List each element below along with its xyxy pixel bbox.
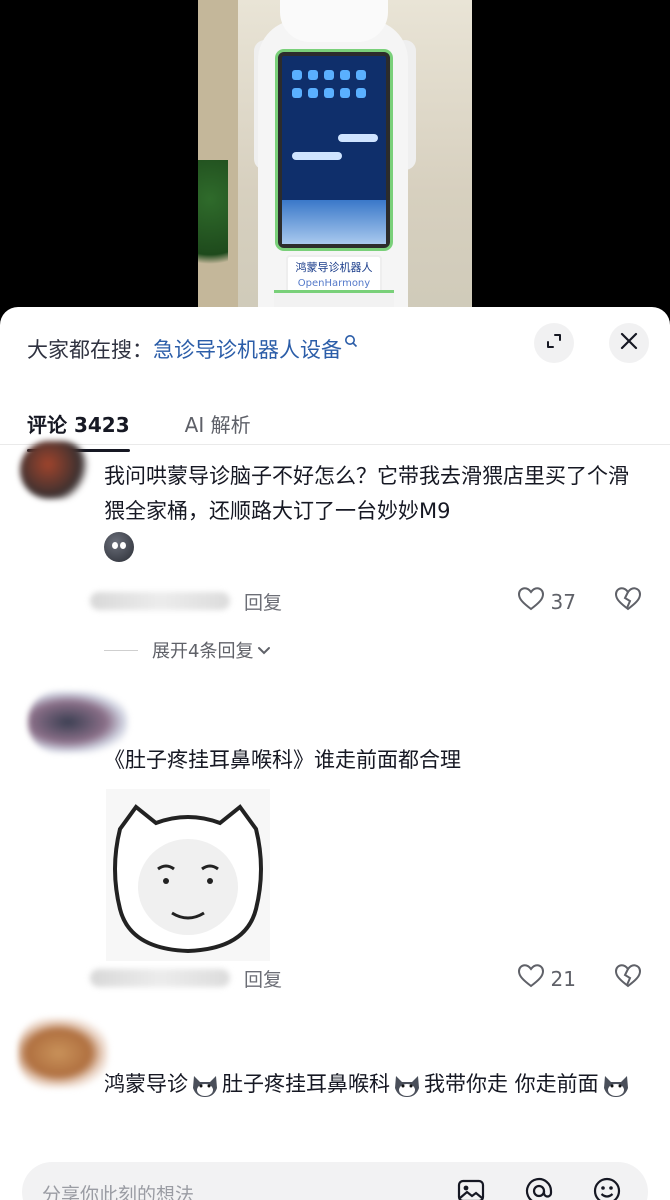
comment-text: 《肚子疼挂耳鼻喉科》谁走前面都合理 <box>104 743 644 778</box>
at-icon <box>524 1176 554 1200</box>
search-suggestion[interactable]: 大家都在搜： 急诊导诊机器人设备 <box>27 333 358 365</box>
dislike-button[interactable] <box>614 586 642 616</box>
comment-text-body: 我问哄蒙导诊脑子不好怎么？它带我去滑猥店里买了个滑猥全家桶，还顺路大订了一台妙妙… <box>104 464 629 523</box>
expand-replies-button[interactable]: 展开4条回复 <box>104 637 271 663</box>
chevron-down-icon <box>257 640 271 661</box>
image-button[interactable] <box>454 1176 488 1200</box>
image-icon <box>456 1176 486 1200</box>
search-icon <box>344 334 358 352</box>
heart-icon <box>517 963 545 994</box>
comment-text-part: 鸿蒙导诊 <box>104 1072 188 1096</box>
mention-button[interactable] <box>522 1176 556 1200</box>
like-button[interactable]: 21 <box>517 963 576 994</box>
robot-label-title: 鸿蒙导诊机器人 <box>295 261 373 274</box>
husky-emoji-icon <box>392 1072 422 1098</box>
video-player[interactable]: 鸿蒙导诊机器人 OpenHarmony <box>0 0 670 320</box>
expand-icon <box>543 330 565 356</box>
comment-input[interactable] <box>42 1180 422 1200</box>
comment-text-part: 肚子疼挂耳鼻喉科 <box>222 1072 390 1096</box>
robot-head <box>280 0 388 42</box>
username[interactable] <box>90 969 230 987</box>
robot-screen <box>278 52 390 248</box>
comment-text-part: 我带你走 你走前面 <box>424 1072 599 1096</box>
comment-meta: 回复 <box>90 586 282 616</box>
avatar[interactable] <box>18 1018 108 1088</box>
tab-ai-analysis[interactable]: AI 解析 <box>185 409 251 452</box>
tabs-divider <box>0 444 670 445</box>
reply-button[interactable]: 回复 <box>244 965 282 992</box>
comment-sheet: 大家都在搜： 急诊导诊机器人设备 评论 3423 AI 解析 我问哄蒙导诊脑子不… <box>0 307 670 1200</box>
username[interactable] <box>90 592 230 610</box>
emoji-icon <box>104 532 134 562</box>
robot-label: 鸿蒙导诊机器人 OpenHarmony <box>286 255 382 295</box>
avatar[interactable] <box>20 441 90 499</box>
expand-button[interactable] <box>534 323 574 363</box>
video-frame: 鸿蒙导诊机器人 OpenHarmony <box>198 0 472 320</box>
dislike-button[interactable] <box>614 963 642 993</box>
emoji-icon <box>592 1176 622 1200</box>
close-icon <box>618 330 640 356</box>
comment-text-body: 《肚子疼挂耳鼻喉科》谁走前面都合理 <box>104 748 461 772</box>
husky-emoji-icon <box>190 1072 220 1098</box>
comment-text: 鸿蒙导诊 肚子疼挂耳鼻喉科 我带你走 你走前面 <box>104 1067 644 1102</box>
plant <box>198 160 228 290</box>
husky-emoji-icon <box>601 1072 631 1098</box>
like-count: 21 <box>550 966 576 991</box>
search-suggestion-prefix: 大家都在搜： <box>27 338 153 362</box>
close-button[interactable] <box>609 323 649 363</box>
comment-meta: 回复 <box>90 963 282 993</box>
comment-text: 我问哄蒙导诊脑子不好怎么？它带我去滑猥店里买了个滑猥全家桶，还顺路大订了一台妙妙… <box>104 459 644 564</box>
broken-heart-icon <box>614 964 642 993</box>
like-button[interactable]: 37 <box>517 586 576 617</box>
divider-dash <box>104 649 138 651</box>
broken-heart-icon <box>614 587 642 616</box>
sticker-image[interactable] <box>106 789 270 961</box>
emoji-button[interactable] <box>590 1176 624 1200</box>
like-count: 37 <box>550 589 576 614</box>
heart-icon <box>517 586 545 617</box>
reply-button[interactable]: 回复 <box>244 588 282 615</box>
expand-replies-label: 展开4条回复 <box>152 641 254 662</box>
search-suggestion-keyword[interactable]: 急诊导诊机器人设备 <box>153 334 342 364</box>
comment-input-bar <box>22 1162 648 1200</box>
